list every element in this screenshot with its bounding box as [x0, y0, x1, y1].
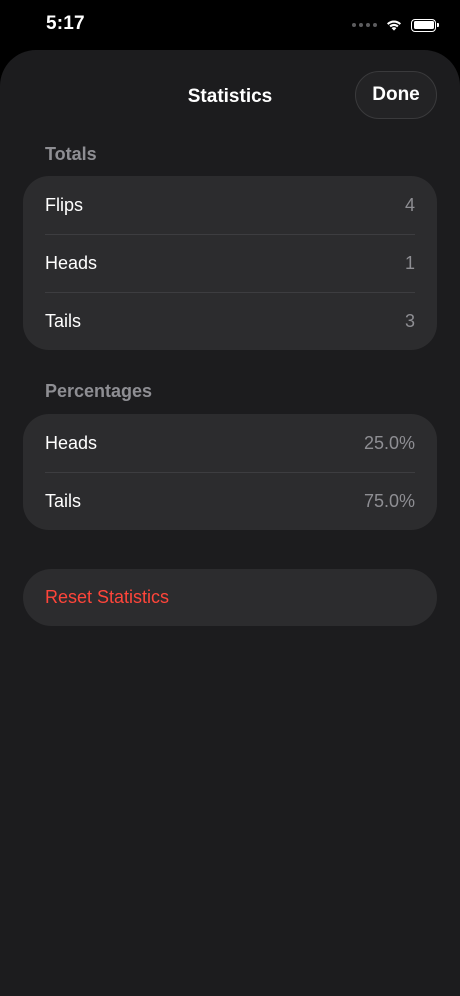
row-value: 1	[404, 252, 415, 273]
percentages-group: Heads 25.0% Tails 75.0%	[23, 414, 437, 530]
row-value: 4	[404, 194, 415, 215]
row-label: Tails	[45, 310, 82, 331]
totals-group: Flips 4 Heads 1 Tails 3	[23, 176, 437, 350]
signal-icon	[352, 23, 377, 27]
battery-icon	[411, 18, 439, 32]
row-label: Heads	[45, 252, 98, 273]
row-value: 25.0%	[363, 432, 415, 453]
row-value: 75.0%	[363, 490, 415, 511]
row-label: Flips	[45, 194, 84, 215]
row-value: 3	[404, 310, 415, 331]
totals-row-heads: Heads 1	[23, 234, 437, 292]
done-button[interactable]: Done	[355, 71, 437, 119]
screen: 5:17 Statistics Done Totals Flips 4 Head…	[0, 0, 460, 996]
totals-row-tails: Tails 3	[23, 292, 437, 350]
totals-row-flips: Flips 4	[23, 176, 437, 234]
percentages-header: Percentages	[45, 381, 153, 401]
wifi-icon	[387, 20, 401, 31]
reset-statistics-button[interactable]: Reset Statistics	[23, 569, 437, 626]
percentages-row-tails: Tails 75.0%	[23, 472, 437, 530]
status-time: 5:17	[46, 13, 85, 34]
row-label: Heads	[45, 432, 98, 453]
status-bar: 5:17	[0, 0, 460, 48]
row-label: Tails	[45, 490, 82, 511]
statistics-sheet: Statistics Done Totals Flips 4 Heads 1 T…	[0, 50, 460, 996]
totals-header: Totals	[45, 144, 97, 164]
status-icons	[352, 15, 439, 35]
percentages-row-heads: Heads 25.0%	[23, 414, 437, 472]
